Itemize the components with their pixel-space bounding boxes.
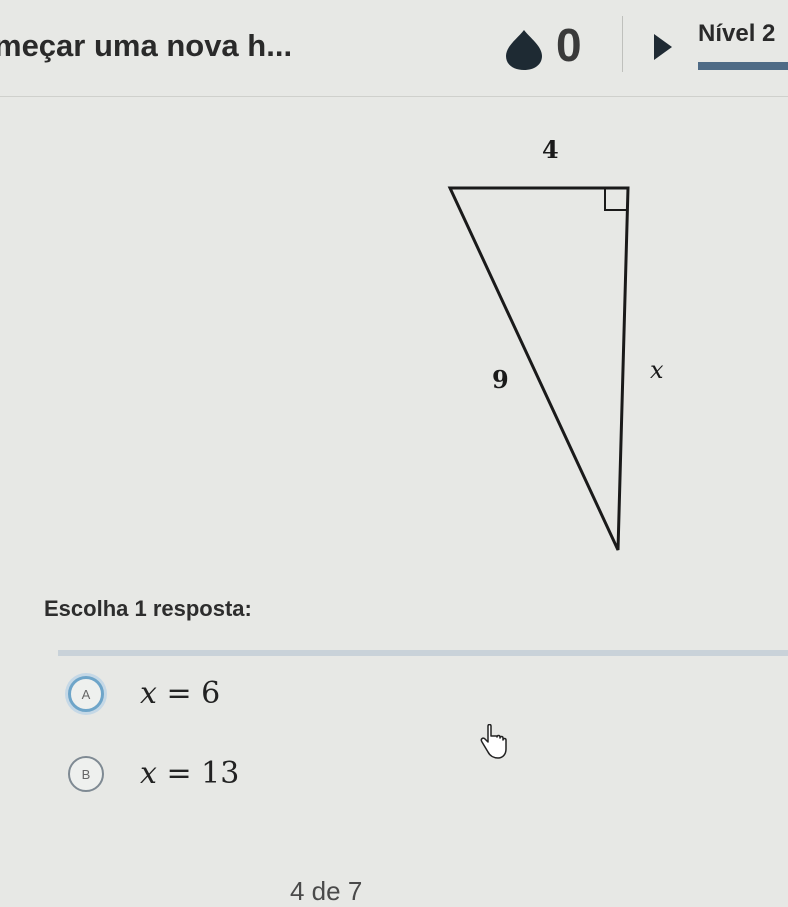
option-b[interactable]: B x = 13 [68, 756, 468, 800]
option-a-value: 6 [201, 676, 221, 711]
option-a[interactable]: A x = 6 [68, 676, 468, 720]
prompt-divider [58, 650, 788, 656]
option-a-expression: x = 6 [140, 676, 220, 711]
level-label: Nível 2 [698, 20, 776, 47]
right-angle-marker [604, 188, 627, 211]
top-side-label: 4 [542, 135, 559, 164]
play-triangle-icon[interactable] [654, 34, 672, 60]
option-b-expression: x = 13 [140, 756, 239, 791]
option-b-variable: x [140, 756, 157, 791]
level-progress-bar [698, 62, 788, 70]
exercise-title: meçar uma nova h... [0, 28, 293, 63]
level-progress-fill [698, 62, 788, 70]
streak-count: 0 [556, 19, 582, 71]
hand-pointer-icon [480, 724, 507, 759]
option-b-value: 13 [201, 756, 240, 791]
header-bar: meçar uma nova h... 0 Nível 2 [0, 0, 788, 97]
option-b-letter: B [68, 756, 104, 792]
option-a-letter: A [68, 676, 104, 712]
right-triangle [447, 186, 630, 551]
question-pager: 4 de 7 [290, 876, 363, 906]
header-divider [622, 16, 623, 72]
option-a-variable: x [140, 676, 157, 711]
drop-gem-icon [506, 30, 542, 70]
right-side-label: x [650, 356, 664, 384]
option-a-relation: = [166, 676, 192, 711]
hypotenuse-label: 9 [492, 365, 509, 394]
option-b-relation: = [166, 756, 192, 791]
answer-prompt: Escolha 1 resposta: [44, 596, 252, 621]
triangle-figure: 4 9 x [447, 135, 664, 551]
